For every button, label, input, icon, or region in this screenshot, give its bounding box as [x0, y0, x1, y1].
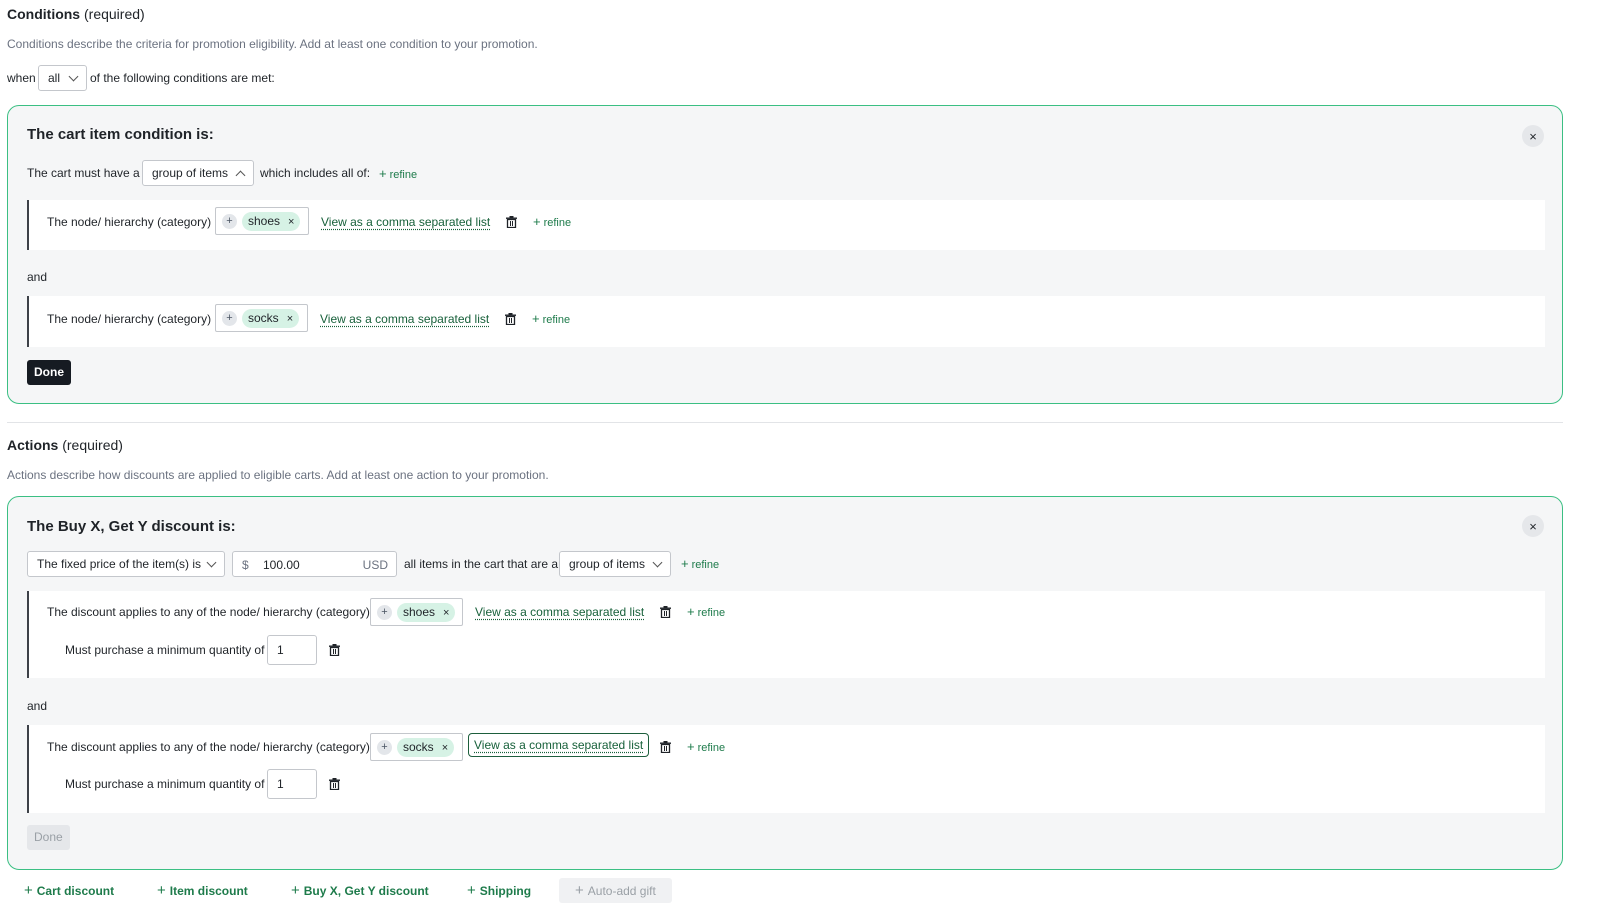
category-chip: shoes ×: [242, 212, 301, 231]
category-chip: socks ×: [242, 309, 300, 328]
view-comma-list-link[interactable]: View as a comma separated list: [321, 215, 490, 229]
add-token-icon[interactable]: +: [222, 214, 237, 229]
category-token-input[interactable]: + shoes ×: [370, 598, 463, 626]
section-divider: [7, 422, 1563, 423]
trash-icon[interactable]: [329, 778, 340, 790]
rule-label: The node/ hierarchy (category): [47, 215, 212, 229]
condition-rule-row: The node/ hierarchy (category) + socks × …: [27, 296, 1545, 347]
group-select-value: group of items: [569, 557, 646, 571]
remove-chip-icon[interactable]: ×: [442, 742, 448, 754]
min-quantity-input[interactable]: 1: [267, 635, 317, 665]
group-of-items-select[interactable]: group of items: [559, 551, 671, 577]
price-type-select[interactable]: The fixed price of the item(s) is: [27, 551, 225, 577]
plus-icon: +: [687, 739, 695, 754]
condition-card-title: The cart item condition is:: [27, 126, 214, 143]
plus-icon: +: [533, 214, 541, 229]
add-token-icon[interactable]: +: [377, 740, 392, 755]
remove-chip-icon[interactable]: ×: [288, 216, 294, 228]
actions-description: Actions describe how discounts are appli…: [7, 468, 549, 482]
when-label: when: [7, 71, 36, 85]
add-buy-x-get-y-button[interactable]: + Buy X, Get Y discount: [291, 878, 429, 903]
rule-label: The node/ hierarchy (category): [47, 312, 212, 326]
view-comma-list-link[interactable]: View as a comma separated list: [468, 733, 650, 757]
chevron-down-icon: [652, 557, 663, 568]
plus-icon: +: [379, 166, 387, 181]
trash-icon[interactable]: [506, 216, 517, 228]
price-input[interactable]: $ 100.00 USD: [232, 551, 397, 577]
chevron-down-icon: [68, 71, 79, 82]
plus-icon: +: [687, 604, 695, 619]
chevron-up-icon: [235, 170, 246, 181]
actions-title: Actions (required): [7, 437, 123, 453]
add-item-discount-button[interactable]: + Item discount: [157, 878, 248, 903]
group-of-items-select[interactable]: group of items: [142, 160, 254, 186]
add-shipping-button[interactable]: + Shipping: [467, 878, 531, 903]
and-separator: and: [27, 699, 48, 713]
action-card-title: The Buy X, Get Y discount is:: [27, 518, 236, 535]
close-icon[interactable]: ×: [1522, 125, 1544, 147]
close-icon[interactable]: ×: [1522, 515, 1544, 537]
plus-icon: +: [24, 882, 33, 899]
trash-icon[interactable]: [329, 644, 340, 656]
done-button[interactable]: Done: [27, 360, 71, 385]
refine-button[interactable]: + refine: [681, 556, 719, 571]
applies-label: all items in the cart that are a: [404, 557, 559, 571]
must-have-label: The cart must have a: [27, 166, 140, 180]
remove-chip-icon[interactable]: ×: [443, 607, 449, 619]
category-token-input[interactable]: + socks ×: [215, 304, 308, 332]
plus-icon: +: [575, 882, 584, 899]
match-mode-value: all: [48, 71, 61, 85]
when-suffix: of the following conditions are met:: [90, 71, 275, 85]
done-button[interactable]: Done: [27, 825, 70, 850]
rule-label: The discount applies to any of the node/…: [47, 740, 370, 754]
row-refine-button[interactable]: + refine: [687, 739, 725, 754]
plus-icon: +: [681, 556, 689, 571]
plus-icon: +: [467, 882, 476, 899]
category-token-input[interactable]: + socks ×: [370, 733, 463, 761]
row-refine-button[interactable]: + refine: [687, 604, 725, 619]
trash-icon[interactable]: [505, 313, 516, 325]
min-quantity-input[interactable]: 1: [267, 769, 317, 799]
and-separator: and: [27, 270, 48, 284]
add-token-icon[interactable]: +: [222, 311, 237, 326]
plus-icon: +: [532, 311, 540, 326]
cart-item-condition-card: The cart item condition is: × The cart m…: [7, 105, 1563, 404]
add-auto-add-gift-button[interactable]: + Auto-add gift: [559, 878, 672, 903]
row-refine-button[interactable]: + refine: [532, 311, 570, 326]
trash-icon[interactable]: [660, 606, 671, 618]
category-chip: socks ×: [397, 738, 455, 757]
add-cart-discount-button[interactable]: + Cart discount: [24, 878, 114, 903]
row-refine-button[interactable]: + refine: [533, 214, 571, 229]
remove-chip-icon[interactable]: ×: [287, 313, 293, 325]
price-type-value: The fixed price of the item(s) is: [37, 557, 202, 571]
currency-symbol: $: [242, 558, 249, 572]
refine-button[interactable]: + refine: [379, 166, 417, 181]
buy-x-get-y-card: The Buy X, Get Y discount is: × The fixe…: [7, 496, 1563, 870]
rule-label: The discount applies to any of the node/…: [47, 605, 370, 619]
chevron-down-icon: [206, 557, 217, 568]
min-quantity-label: Must purchase a minimum quantity of: [65, 777, 265, 791]
plus-icon: +: [157, 882, 166, 899]
currency-code: USD: [362, 558, 388, 572]
action-rule-row: The discount applies to any of the node/…: [27, 725, 1545, 813]
condition-rule-row: The node/ hierarchy (category) + shoes × …: [27, 200, 1545, 250]
includes-label: which includes all of:: [260, 166, 371, 180]
match-mode-select[interactable]: all: [38, 65, 87, 91]
price-value: 100.00: [263, 558, 300, 572]
category-chip: shoes ×: [397, 603, 456, 622]
trash-icon[interactable]: [660, 741, 671, 753]
conditions-description: Conditions describe the criteria for pro…: [7, 37, 538, 51]
group-select-value: group of items: [152, 166, 229, 180]
category-token-input[interactable]: + shoes ×: [215, 207, 309, 235]
action-rule-row: The discount applies to any of the node/…: [27, 591, 1545, 678]
view-comma-list-link[interactable]: View as a comma separated list: [475, 605, 644, 619]
min-quantity-label: Must purchase a minimum quantity of: [65, 643, 265, 657]
add-token-icon[interactable]: +: [377, 605, 392, 620]
conditions-title: Conditions (required): [7, 6, 145, 22]
view-comma-list-link[interactable]: View as a comma separated list: [320, 312, 489, 326]
plus-icon: +: [291, 882, 300, 899]
